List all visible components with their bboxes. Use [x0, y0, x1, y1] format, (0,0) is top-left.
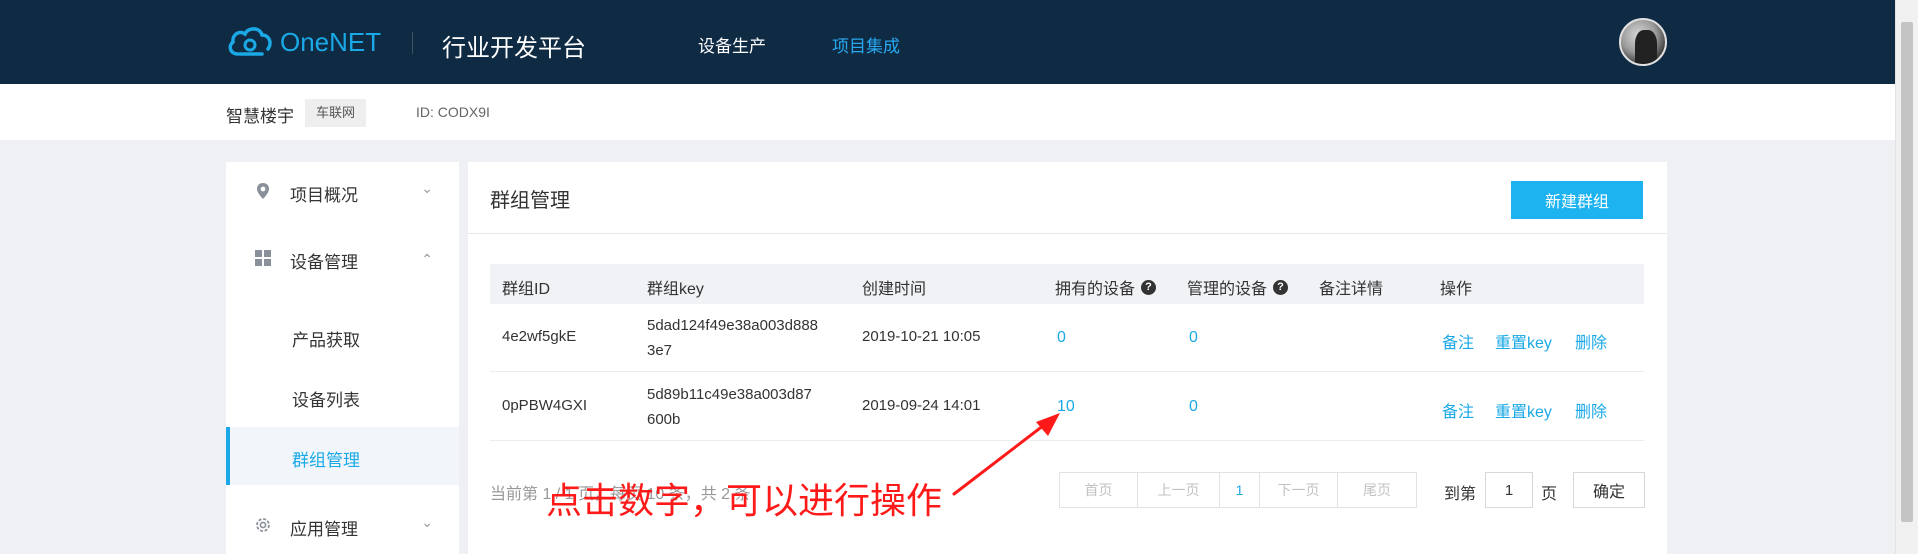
group-key-line: 600b — [647, 411, 681, 428]
location-pin-icon — [257, 183, 269, 199]
top-navbar: OneNET 行业开发平台 设备生产 项目集成 — [0, 0, 1918, 84]
sidebar-item-label: 设备管理 — [290, 253, 358, 272]
last-page-button[interactable]: 尾页 — [1338, 473, 1416, 507]
sidebar: 项目概况 ⌄ 设备管理 ⌃ 产品获取 设备列表 群组管理 应用管理 ⌄ — [226, 162, 459, 554]
column-header: 创建时间 — [862, 281, 927, 298]
reset-key-action-link[interactable]: 重置key — [1495, 329, 1552, 353]
new-group-button[interactable]: 新建群组 — [1511, 181, 1643, 219]
next-page-button[interactable]: 下一页 — [1260, 473, 1338, 507]
group-key-line: 3e7 — [647, 342, 673, 359]
group-key-line: 5dad124f49e38a003d888 — [647, 317, 819, 334]
page-number-button[interactable]: 1 — [1220, 473, 1260, 507]
logo-text: OneNET — [280, 26, 382, 57]
project-id: ID: CODX9I — [416, 104, 490, 120]
created-time: 2019-10-21 10:05 — [862, 328, 981, 345]
help-icon[interactable]: ? — [1273, 279, 1289, 295]
nav-device-production[interactable]: 设备生产 — [698, 32, 766, 57]
owned-devices-count-link[interactable]: 0 — [1057, 329, 1066, 347]
sidebar-item-label: 应用管理 — [290, 520, 358, 539]
column-header-owned-devices: 拥有的设备 ? — [1055, 275, 1157, 299]
sidebar-subitem-device-list[interactable]: 设备列表 — [226, 367, 459, 425]
sidebar-subitem-label: 设备列表 — [292, 391, 360, 410]
page-suffix-label: 页 — [1541, 486, 1558, 503]
chevron-down-icon: ⌄ — [421, 180, 433, 196]
column-header-label: 拥有的设备 — [1055, 281, 1136, 298]
sidebar-item-app-management[interactable]: 应用管理 ⌄ — [226, 496, 459, 554]
cloud-icon — [228, 27, 272, 56]
project-name: 智慧楼宇 — [226, 107, 294, 126]
vertical-scrollbar[interactable] — [1895, 0, 1918, 554]
scrollbar-thumb[interactable] — [1901, 22, 1913, 522]
chevron-up-icon: ⌃ — [421, 251, 433, 267]
goto-confirm-button[interactable]: 确定 — [1573, 472, 1645, 508]
column-header: 群组key — [647, 281, 704, 298]
page-title: 群组管理 — [490, 190, 570, 212]
avatar[interactable] — [1619, 18, 1667, 66]
chevron-down-icon: ⌄ — [421, 514, 433, 530]
delete-action-link[interactable]: 删除 — [1575, 398, 1607, 422]
column-header: 操作 — [1440, 281, 1473, 298]
goto-label: 到第 — [1444, 486, 1477, 503]
group-key: 5dad124f49e38a003d888 3e7 — [647, 313, 847, 363]
column-header: 群组ID — [502, 281, 551, 298]
sidebar-subitem-group-management[interactable]: 群组管理 — [226, 427, 459, 485]
sidebar-subitem-product-fetch[interactable]: 产品获取 — [226, 307, 459, 365]
sidebar-subitem-label: 群组管理 — [292, 451, 360, 470]
pagination: 首页 上一页 1 下一页 尾页 — [1059, 472, 1417, 508]
grid-icon — [255, 250, 271, 266]
group-key-line: 5d89b11c49e38a003d87 — [647, 386, 812, 403]
table-header: 群组ID 群组key 创建时间 拥有的设备 ? 管理的设备 ? 备注详情 操作 — [490, 264, 1644, 304]
sidebar-item-device-management[interactable]: 设备管理 ⌃ — [226, 229, 459, 287]
sidebar-item-project-overview[interactable]: 项目概况 ⌄ — [226, 162, 459, 220]
project-header: 智慧楼宇 车联网 ID: CODX9I — [0, 84, 1895, 140]
group-key: 5d89b11c49e38a003d87 600b — [647, 382, 847, 432]
goto-page-input[interactable] — [1485, 472, 1533, 508]
remark-action-link[interactable]: 备注 — [1442, 398, 1474, 422]
annotation-text: 点击数字，可以进行操作 — [546, 481, 943, 522]
table-row: 4e2wf5gkE 5dad124f49e38a003d888 3e7 2019… — [490, 304, 1644, 372]
help-icon[interactable]: ? — [1141, 279, 1157, 295]
onenet-logo[interactable]: OneNET — [226, 24, 381, 60]
column-header-label: 管理的设备 — [1187, 281, 1268, 298]
column-header: 备注详情 — [1319, 281, 1384, 298]
sidebar-item-label: 项目概况 — [290, 186, 358, 205]
reset-key-action-link[interactable]: 重置key — [1495, 398, 1552, 422]
first-page-button[interactable]: 首页 — [1060, 473, 1138, 507]
gear-icon — [256, 518, 270, 532]
platform-title: 行业开发平台 — [442, 35, 586, 62]
project-tag: 车联网 — [305, 99, 367, 127]
group-id: 0pPBW4GXI — [502, 397, 588, 414]
remark-action-link[interactable]: 备注 — [1442, 329, 1474, 353]
divider — [468, 233, 1667, 234]
column-header-managed-devices: 管理的设备 ? — [1187, 275, 1289, 299]
managed-devices-count-link[interactable]: 0 — [1189, 398, 1198, 416]
logo-divider — [412, 32, 413, 54]
managed-devices-count-link[interactable]: 0 — [1189, 329, 1198, 347]
annotation-arrow — [952, 413, 1060, 496]
nav-project-integration[interactable]: 项目集成 — [832, 32, 900, 57]
prev-page-button[interactable]: 上一页 — [1138, 473, 1220, 507]
delete-action-link[interactable]: 删除 — [1575, 329, 1607, 353]
sidebar-subitem-label: 产品获取 — [292, 331, 360, 350]
group-id: 4e2wf5gkE — [502, 328, 577, 345]
